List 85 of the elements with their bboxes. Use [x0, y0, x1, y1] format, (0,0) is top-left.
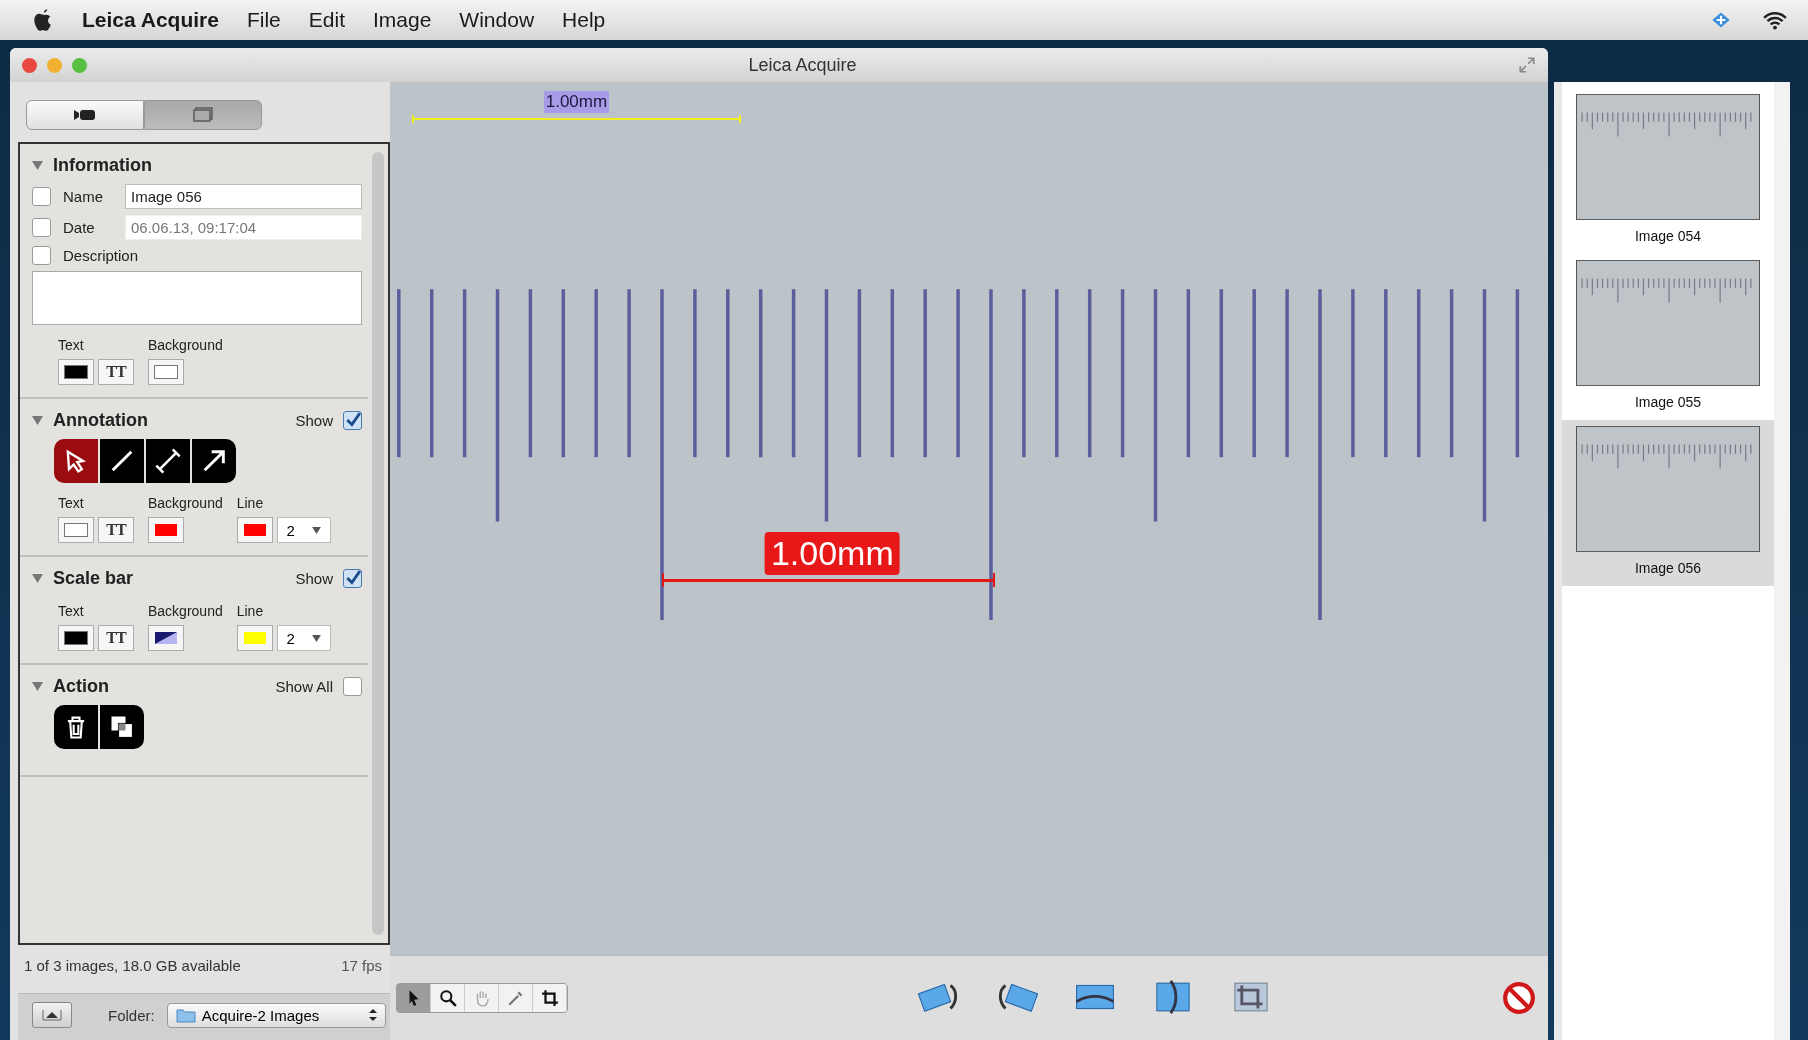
delete-button[interactable]: [54, 705, 98, 749]
measure-tool-button[interactable]: [146, 439, 190, 483]
background-color-swatch[interactable]: [148, 517, 184, 543]
swatch-label: Text: [58, 337, 85, 353]
folder-popup[interactable]: Acquire-2 Images: [166, 1002, 386, 1028]
pointer-tool-button[interactable]: [397, 984, 431, 1012]
camera-tab[interactable]: [26, 100, 144, 130]
crop-icon: [540, 989, 559, 1007]
frame-rate: 17 fps: [341, 957, 382, 976]
close-button[interactable]: [22, 57, 37, 73]
swatch-label: Background: [148, 603, 223, 619]
name-field[interactable]: Image 056: [125, 184, 362, 209]
dropdown-arrow-icon: [312, 634, 322, 642]
font-button[interactable]: TT: [98, 359, 134, 385]
date-field: 06.06.13, 09:17:04: [125, 215, 362, 240]
section-title: Annotation: [53, 409, 148, 431]
menu-item[interactable]: Window: [459, 8, 535, 32]
disclosure-triangle-icon[interactable]: [32, 573, 43, 583]
thumbnail-item[interactable]: Image 054: [1562, 88, 1774, 254]
text-color-swatch[interactable]: [58, 359, 94, 385]
swatch-label: Line: [236, 603, 265, 619]
text-color-swatch[interactable]: [58, 517, 94, 543]
line-color-swatch[interactable]: [236, 517, 273, 543]
thumbnail-item[interactable]: Image 056: [1562, 420, 1774, 586]
measurement-label: 1.00mm: [764, 532, 900, 576]
app-menu[interactable]: Leica Acquire: [82, 8, 219, 32]
field-label: Date: [63, 219, 96, 236]
dropdown-arrow-icon: [312, 526, 322, 534]
section-title: Action: [53, 675, 109, 697]
arrow-tool-button[interactable]: [192, 439, 236, 483]
checkbox[interactable]: [32, 218, 51, 237]
show-all-checkbox[interactable]: [343, 676, 362, 696]
line-width-stepper[interactable]: 2: [276, 625, 331, 651]
status-text: 1 of 3 images, 18.0 GB available: [24, 957, 241, 976]
copy-button[interactable]: [100, 705, 144, 749]
video-camera-icon: [74, 108, 96, 122]
eject-button[interactable]: [32, 1002, 72, 1028]
background-color-swatch[interactable]: [148, 625, 184, 651]
section-title: Scale bar: [53, 567, 134, 589]
swatch-label: Background: [148, 337, 223, 353]
image-stack-icon: [192, 107, 214, 123]
show-all-label: Show All: [275, 677, 333, 695]
font-button[interactable]: TT: [98, 517, 134, 543]
swatch-label: Background: [148, 495, 223, 511]
stop-icon[interactable]: [1502, 981, 1536, 1015]
eyedropper-icon: [506, 989, 525, 1007]
menu-item[interactable]: Edit: [308, 8, 345, 32]
section-title: Information: [53, 154, 152, 176]
field-label: Description: [63, 247, 139, 264]
pointer-tool-button[interactable]: [54, 439, 98, 483]
window-title: Leica Acquire: [747, 54, 858, 76]
field-label: Name: [63, 188, 104, 205]
menu-item[interactable]: Help: [562, 8, 606, 32]
swatch-label: Line: [236, 495, 265, 511]
scale-bar: 1.00mm: [412, 90, 741, 123]
text-color-swatch[interactable]: [58, 625, 94, 651]
measure-line-icon: [154, 447, 182, 475]
thumbnail-item[interactable]: Image 055: [1562, 254, 1774, 420]
line-width-stepper[interactable]: 2: [276, 517, 331, 543]
swatch-label: Text: [58, 495, 85, 511]
disclosure-triangle-icon[interactable]: [32, 415, 43, 425]
scrollbar[interactable]: [372, 152, 384, 935]
disclosure-triangle-icon[interactable]: [32, 160, 43, 170]
updown-arrows-icon: [369, 1008, 377, 1022]
line-color-swatch[interactable]: [236, 625, 273, 651]
show-label: Show: [295, 411, 333, 429]
description-field[interactable]: [32, 271, 362, 325]
show-checkbox[interactable]: [343, 410, 362, 430]
eject-icon: [42, 1009, 62, 1021]
menu-item[interactable]: File: [246, 8, 281, 32]
fullscreen-icon[interactable]: [1518, 56, 1536, 74]
folder-icon: [175, 1007, 196, 1023]
checkbox[interactable]: [32, 187, 51, 206]
menu-item[interactable]: Image: [373, 8, 432, 32]
swatch-label: Text: [58, 603, 85, 619]
folder-label: Folder:: [108, 1006, 155, 1024]
font-button[interactable]: TT: [98, 625, 134, 651]
checkbox[interactable]: [32, 246, 51, 265]
show-checkbox[interactable]: [343, 568, 362, 588]
background-color-swatch[interactable]: [148, 359, 184, 385]
magnifier-icon: [438, 989, 457, 1007]
show-label: Show: [295, 569, 333, 587]
disclosure-triangle-icon[interactable]: [32, 681, 43, 691]
line-tool-button[interactable]: [100, 439, 144, 483]
wifi-icon[interactable]: [1762, 9, 1788, 31]
